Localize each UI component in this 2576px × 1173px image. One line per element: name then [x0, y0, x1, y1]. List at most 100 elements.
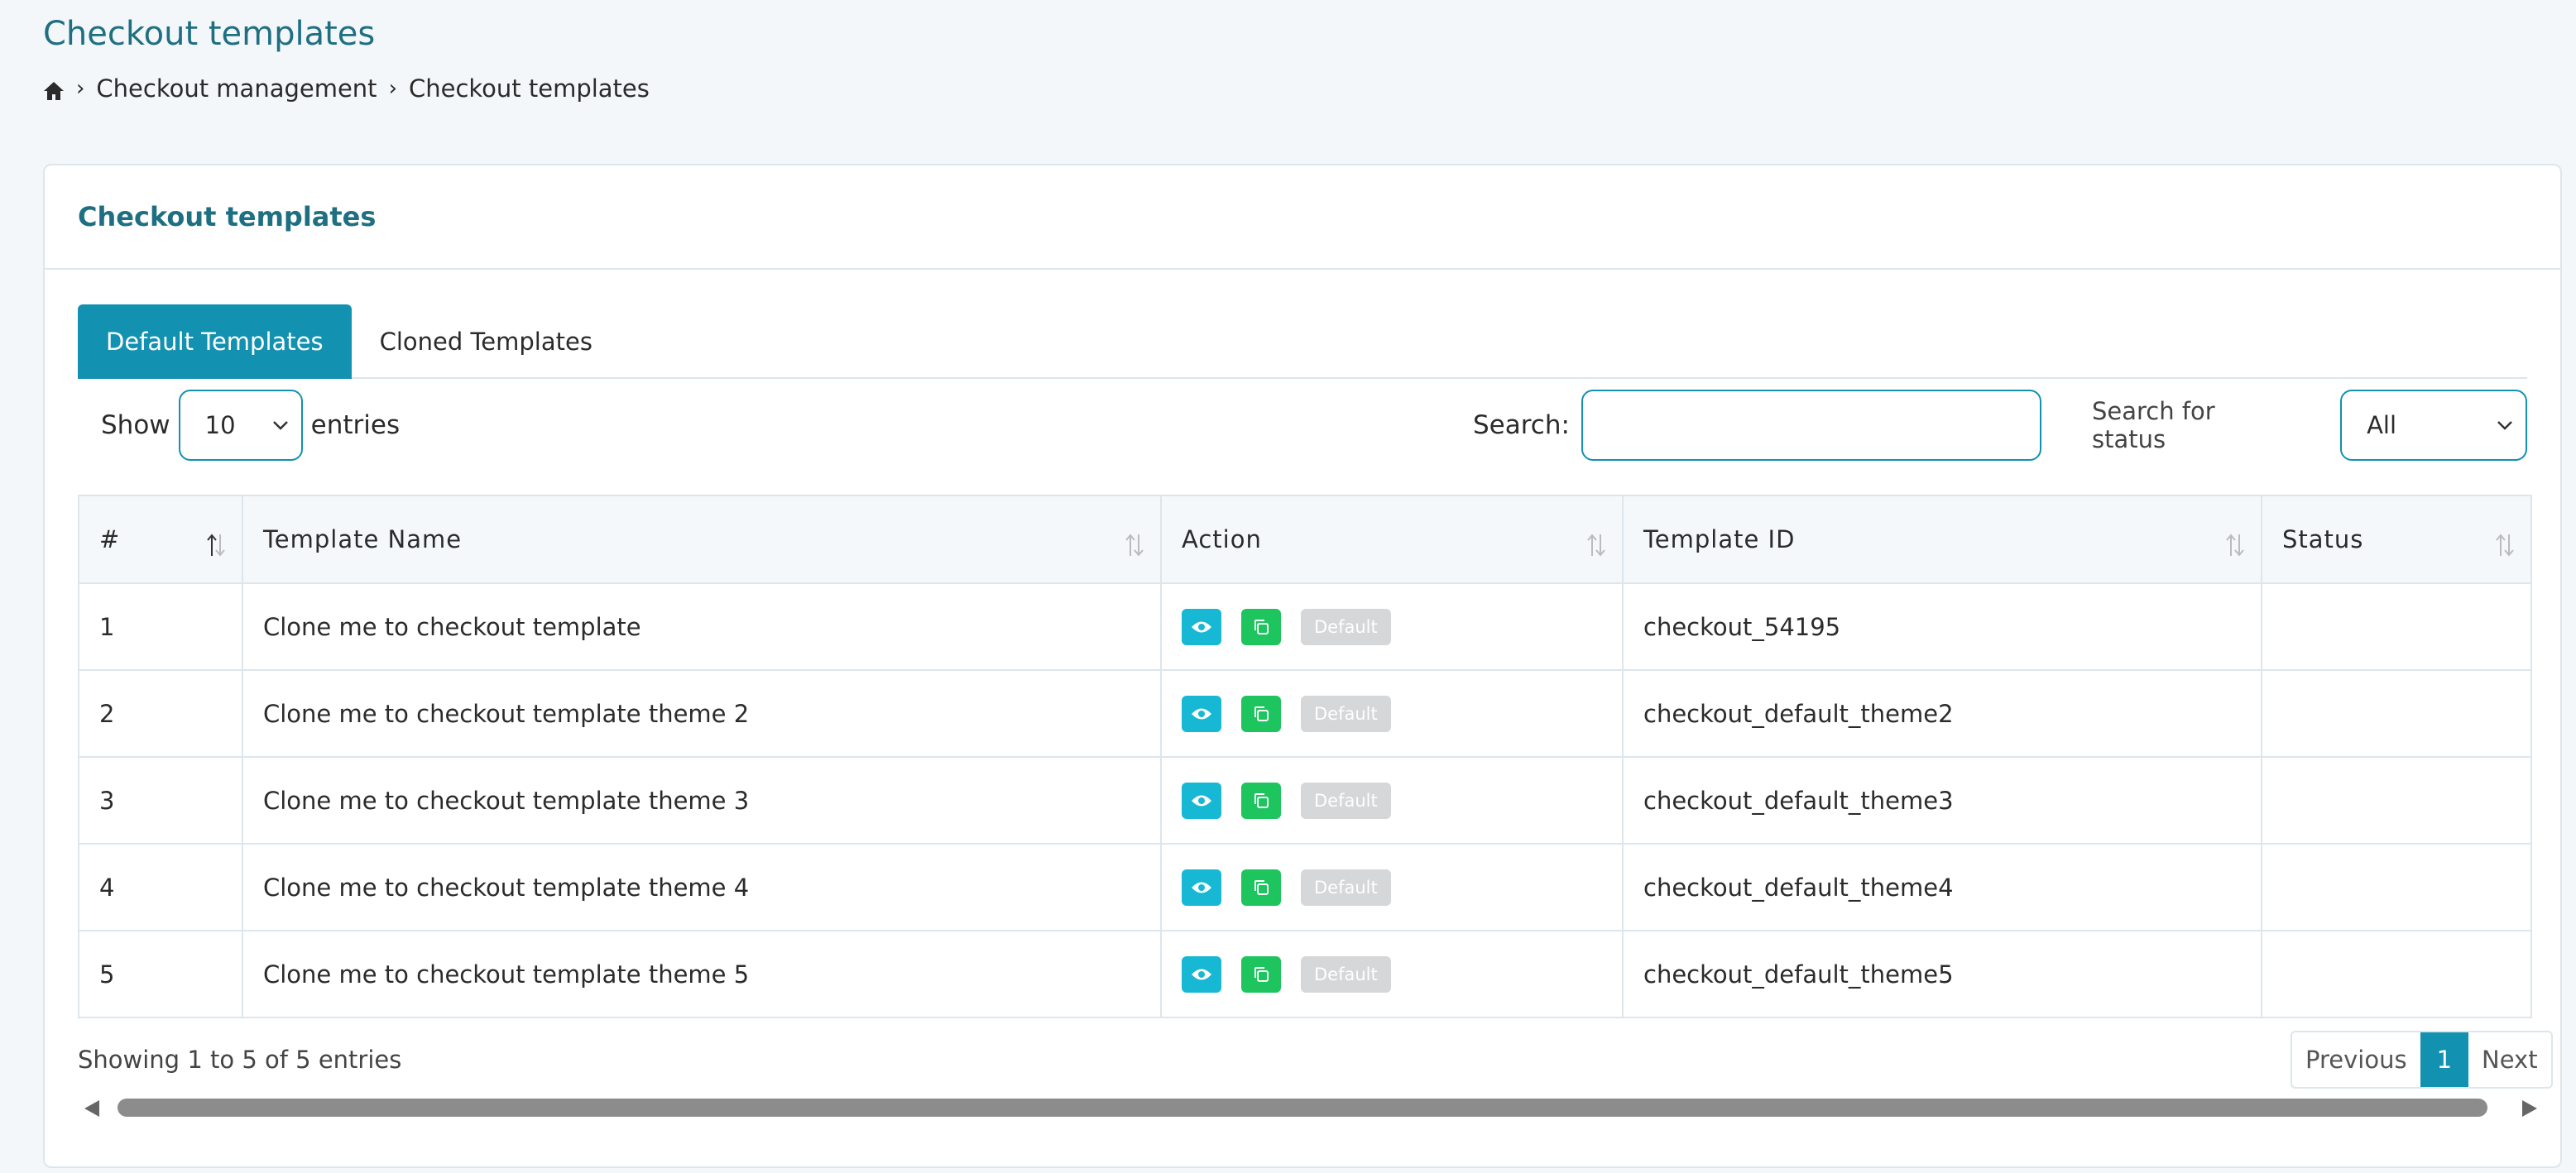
cell-template-id: checkout_54195 — [1622, 582, 2262, 671]
column-header-status[interactable]: Status — [2261, 495, 2532, 584]
cell-status — [2261, 843, 2532, 931]
scroll-right-arrow-icon[interactable] — [2522, 1100, 2537, 1117]
view-button[interactable] — [1182, 782, 1221, 819]
cell-template-name: Clone me to checkout template theme 3 — [242, 756, 1162, 845]
default-badge: Default — [1301, 869, 1391, 906]
copy-icon — [1254, 966, 1269, 982]
card-header: Checkout templates — [45, 165, 2560, 270]
cell-template-id: checkout_default_theme4 — [1622, 843, 2262, 931]
cell-action: Default — [1160, 843, 1624, 931]
table-row: 4 Clone me to checkout template theme 4 … — [78, 843, 2532, 931]
scroll-left-arrow-icon[interactable] — [84, 1100, 99, 1117]
clone-button[interactable] — [1241, 608, 1281, 645]
search-control: Search: — [1473, 389, 2041, 462]
cell-template-id: checkout_default_theme2 — [1622, 669, 2262, 758]
column-header-label: Action — [1182, 525, 1262, 553]
cell-number: 4 — [78, 843, 243, 931]
table-header-row: # Template Name Action Template ID Statu… — [78, 495, 2532, 584]
tab-cloned-templates[interactable]: Cloned Templates — [352, 304, 621, 379]
status-filter: Search for status All — [2092, 389, 2527, 462]
sort-icon — [2226, 534, 2244, 557]
entries-select[interactable]: 10 — [178, 390, 303, 461]
column-header-template-id[interactable]: Template ID — [1622, 495, 2262, 584]
breadcrumb-separator: › — [388, 76, 397, 101]
chevron-down-icon — [2497, 421, 2512, 430]
sort-icon — [1587, 534, 1605, 557]
column-header-label: # — [99, 525, 121, 553]
status-select-value: All — [2367, 411, 2397, 439]
copy-icon — [1254, 792, 1269, 808]
cell-status — [2261, 930, 2532, 1018]
templates-card: Checkout templates Default Templates Clo… — [43, 164, 2562, 1168]
search-input[interactable] — [1581, 390, 2041, 461]
entries-select-value: 10 — [204, 411, 236, 439]
cell-template-name: Clone me to checkout template theme 2 — [242, 669, 1162, 758]
breadcrumb: › Checkout management › Checkout templat… — [43, 74, 650, 103]
templates-table-wrap: # Template Name Action Template ID Statu… — [78, 495, 2532, 1018]
cell-status — [2261, 669, 2532, 758]
column-header-action[interactable]: Action — [1160, 495, 1624, 584]
view-button[interactable] — [1182, 695, 1221, 732]
cell-template-id: checkout_default_theme3 — [1622, 756, 2262, 845]
eye-icon — [1192, 882, 1211, 893]
cell-template-id: checkout_default_theme5 — [1622, 930, 2262, 1018]
show-label: Show — [101, 410, 170, 440]
card-title: Checkout templates — [78, 201, 377, 232]
horizontal-scrollbar[interactable] — [84, 1094, 2537, 1123]
eye-icon — [1192, 969, 1211, 979]
view-button[interactable] — [1182, 608, 1221, 645]
default-badge: Default — [1301, 608, 1391, 645]
search-label: Search: — [1473, 410, 1570, 440]
column-header-template-name[interactable]: Template Name — [242, 495, 1162, 584]
eye-icon — [1192, 621, 1211, 632]
cell-template-name: Clone me to checkout template theme 5 — [242, 930, 1162, 1018]
page-title: Checkout templates — [43, 15, 376, 53]
breadcrumb-separator: › — [76, 76, 85, 101]
default-badge: Default — [1301, 695, 1391, 732]
column-header-label: Template ID — [1643, 525, 1796, 553]
status-filter-label: Search for status — [2092, 397, 2215, 453]
length-control: Show 10 entries — [101, 389, 400, 462]
clone-button[interactable] — [1241, 695, 1281, 732]
template-tabs: Default Templates Cloned Templates — [78, 304, 2527, 379]
templates-table: # Template Name Action Template ID Statu… — [78, 495, 2532, 1018]
clone-button[interactable] — [1241, 869, 1281, 906]
default-badge: Default — [1301, 955, 1391, 993]
copy-icon — [1254, 706, 1269, 721]
eye-icon — [1192, 708, 1211, 719]
table-row: 1 Clone me to checkout template Default … — [78, 582, 2532, 671]
table-row: 5 Clone me to checkout template theme 5 … — [78, 930, 2532, 1018]
default-badge: Default — [1301, 782, 1391, 819]
view-button[interactable] — [1182, 955, 1221, 993]
table-controls: Show 10 entries Search: Search for statu… — [78, 389, 2527, 462]
cell-status — [2261, 582, 2532, 671]
entries-label: entries — [310, 410, 401, 440]
clone-button[interactable] — [1241, 955, 1281, 993]
clone-button[interactable] — [1241, 782, 1281, 819]
home-icon[interactable] — [43, 79, 65, 100]
cell-number: 2 — [78, 669, 243, 758]
breadcrumb-item-checkout-management[interactable]: Checkout management — [96, 74, 377, 103]
breadcrumb-item-checkout-templates: Checkout templates — [408, 74, 650, 103]
column-header-label: Template Name — [263, 525, 463, 553]
view-button[interactable] — [1182, 869, 1221, 906]
pagination-previous[interactable]: Previous — [2292, 1032, 2420, 1087]
eye-icon — [1192, 795, 1211, 806]
pagination-next[interactable]: Next — [2468, 1032, 2551, 1087]
cell-number: 3 — [78, 756, 243, 845]
cell-status — [2261, 756, 2532, 845]
tab-default-templates[interactable]: Default Templates — [78, 304, 352, 379]
cell-action: Default — [1160, 669, 1624, 758]
cell-template-name: Clone me to checkout template theme 4 — [242, 843, 1162, 931]
status-select[interactable]: All — [2340, 390, 2527, 461]
scrollbar-thumb[interactable] — [118, 1099, 2487, 1117]
column-header-number[interactable]: # — [78, 495, 243, 584]
cell-template-name: Clone me to checkout template — [242, 582, 1162, 671]
cell-number: 1 — [78, 582, 243, 671]
cell-number: 5 — [78, 930, 243, 1018]
copy-icon — [1254, 619, 1269, 634]
table-info: Showing 1 to 5 of 5 entries — [78, 1046, 402, 1074]
pagination-page-1[interactable]: 1 — [2420, 1032, 2469, 1087]
chevron-down-icon — [272, 421, 288, 430]
cell-action: Default — [1160, 756, 1624, 845]
